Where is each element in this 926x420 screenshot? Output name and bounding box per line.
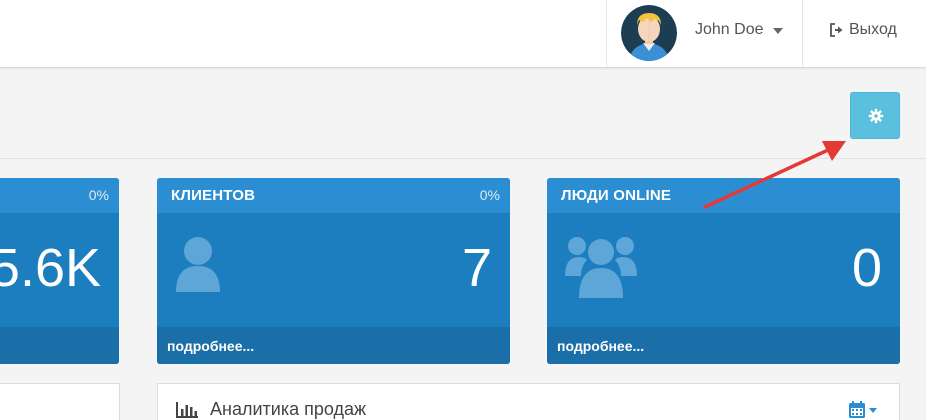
settings-button[interactable] — [850, 92, 900, 139]
tile-percent: 0% — [88, 187, 109, 203]
left-panel — [0, 383, 120, 420]
top-navbar: John Doe Выход — [0, 0, 926, 68]
caret-down-icon[interactable] — [773, 28, 783, 34]
logout-label[interactable]: Выход — [849, 20, 897, 40]
gear-icon — [868, 108, 884, 124]
tile-more-link[interactable]: подробнее... — [547, 327, 900, 364]
tile-more-label[interactable]: подробнее... — [557, 338, 644, 354]
user-name[interactable]: John Doe — [695, 20, 764, 40]
bar-chart-icon — [176, 402, 198, 418]
sales-analytics-panel: Аналитика продаж — [157, 383, 900, 420]
users-group-icon — [565, 237, 637, 298]
avatar[interactable] — [621, 5, 677, 61]
user-icon — [176, 237, 220, 292]
tile-more-link[interactable] — [0, 327, 119, 364]
tile-value: 0 — [851, 238, 882, 298]
tile-header: ЛЮДИ ONLINE — [547, 178, 900, 213]
tile-title: КЛИЕНТОВ — [171, 187, 256, 204]
panel-title: Аналитика продаж — [210, 399, 367, 419]
page-header — [0, 68, 926, 159]
tile-header: КЛИЕНТОВ 0% — [157, 178, 510, 213]
logout-link[interactable]: Выход — [802, 0, 926, 67]
sign-out-icon[interactable] — [829, 22, 845, 38]
calendar-icon[interactable] — [848, 400, 882, 420]
tile-value: 5.6K — [0, 238, 101, 298]
stat-tile-clients: КЛИЕНТОВ 0% 7 подробнее... — [157, 178, 510, 364]
tile-value: 7 — [461, 238, 492, 298]
stat-tile-revenue: 0% 5.6K — [0, 178, 119, 364]
tile-more-label[interactable]: подробнее... — [167, 338, 254, 354]
user-menu[interactable]: John Doe — [606, 0, 802, 67]
tile-title: ЛЮДИ ONLINE — [561, 187, 672, 204]
tile-more-link[interactable]: подробнее... — [157, 327, 510, 364]
stat-tile-people-online: ЛЮДИ ONLINE 0 подробнее... — [547, 178, 900, 364]
date-range-button[interactable] — [848, 400, 882, 420]
tile-percent: 0% — [479, 187, 500, 203]
tile-header: 0% — [0, 178, 119, 213]
